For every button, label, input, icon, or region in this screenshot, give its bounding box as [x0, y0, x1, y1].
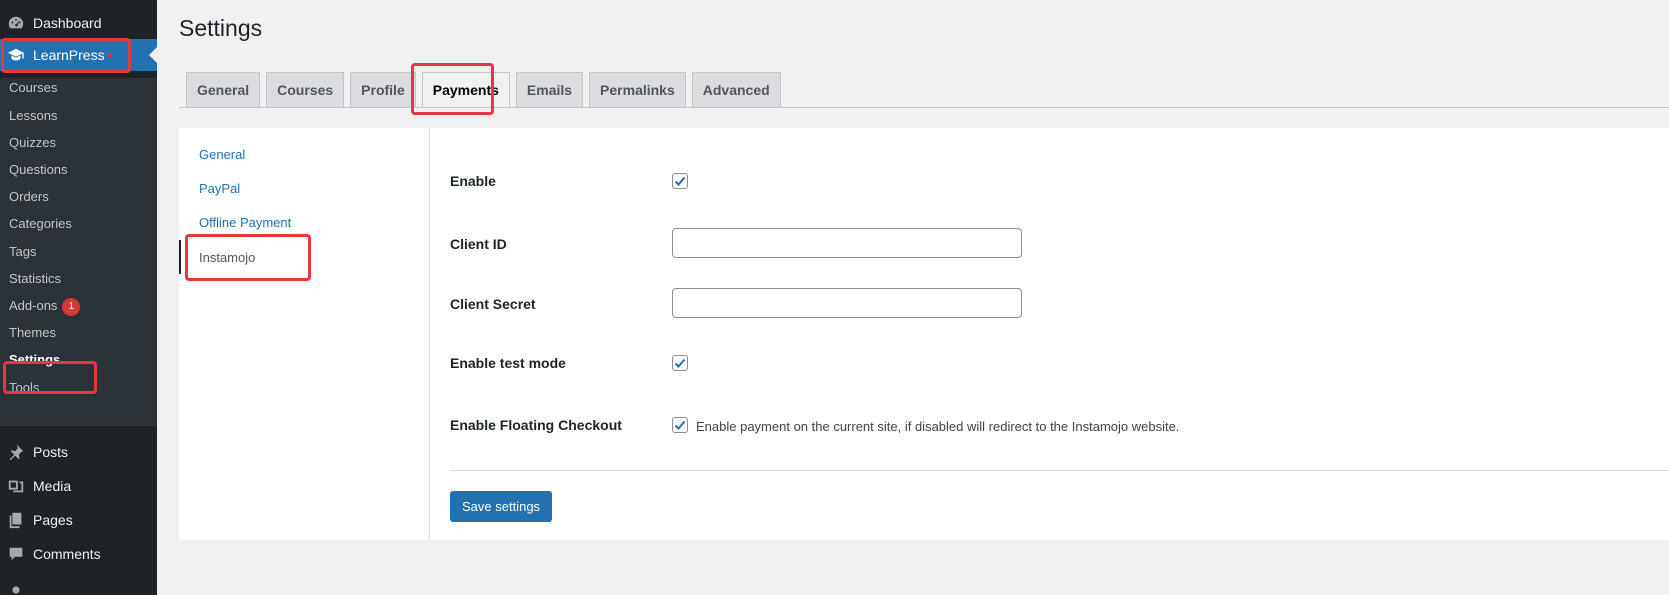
- menu-posts-label: Posts: [33, 444, 69, 460]
- submenu-item-addons[interactable]: Add-ons 1: [9, 296, 81, 316]
- settings-panel: General PayPal Offline Payment Instamojo…: [179, 128, 1669, 540]
- tab-payments[interactable]: Payments: [421, 72, 510, 107]
- menu-learnpress[interactable]: LearnPress: [0, 39, 157, 71]
- save-settings-button[interactable]: Save settings: [450, 491, 553, 522]
- current-section-marker: [179, 240, 181, 274]
- enable-label: Enable: [450, 173, 496, 189]
- payment-subnav: General PayPal Offline Payment Instamojo: [179, 128, 430, 540]
- menu-comments-label: Comments: [33, 546, 101, 562]
- client-id-label: Client ID: [450, 236, 507, 252]
- floating-checkout-description: Enable payment on the current site, if d…: [696, 419, 1180, 434]
- tab-general[interactable]: General: [186, 72, 261, 107]
- tab-divider: [179, 107, 1669, 108]
- subnav-item-offline-payment[interactable]: Offline Payment: [199, 214, 291, 232]
- test-mode-checkbox[interactable]: [672, 355, 688, 371]
- admin-sidebar: Dashboard LearnPress Courses Lessons Qui…: [0, 0, 157, 595]
- tab-permalinks[interactable]: Permalinks: [589, 72, 686, 107]
- floating-checkout-label: Enable Floating Checkout: [450, 417, 622, 433]
- menu-media[interactable]: Media: [0, 470, 157, 502]
- tab-courses[interactable]: Courses: [266, 72, 345, 107]
- update-count-badge: 1: [62, 297, 81, 316]
- submenu-item-statistics[interactable]: Statistics: [9, 269, 61, 289]
- subnav-item-general[interactable]: General: [199, 146, 245, 164]
- checkmark-icon: [674, 358, 686, 368]
- test-mode-label: Enable test mode: [450, 355, 566, 371]
- submenu-item-courses[interactable]: Courses: [9, 78, 57, 98]
- tab-advanced[interactable]: Advanced: [691, 72, 781, 107]
- floating-checkout-checkbox[interactable]: [672, 417, 688, 433]
- submenu-item-settings[interactable]: Settings: [9, 350, 60, 370]
- tab-profile[interactable]: Profile: [350, 72, 416, 107]
- learnpress-submenu: Courses Lessons Quizzes Questions Orders…: [0, 78, 157, 426]
- submenu-item-orders[interactable]: Orders: [9, 187, 49, 207]
- submenu-item-categories[interactable]: Categories: [9, 214, 72, 234]
- menu-dashboard[interactable]: Dashboard: [0, 7, 157, 39]
- submenu-item-tags[interactable]: Tags: [9, 242, 36, 262]
- menu-comments[interactable]: Comments: [0, 538, 157, 570]
- subnav-item-paypal[interactable]: PayPal: [199, 180, 240, 198]
- submenu-item-addons-label: Add-ons: [9, 298, 58, 313]
- menu-next-item[interactable]: [0, 574, 157, 595]
- menu-learnpress-label: LearnPress: [33, 47, 105, 63]
- enable-checkbox[interactable]: [672, 173, 688, 189]
- submenu-item-questions[interactable]: Questions: [9, 160, 68, 180]
- menu-posts[interactable]: Posts: [0, 436, 157, 468]
- dashboard-icon: [6, 13, 26, 33]
- client-id-input[interactable]: [672, 228, 1022, 258]
- submenu-item-tools[interactable]: Tools: [9, 378, 39, 398]
- submenu-item-quizzes[interactable]: Quizzes: [9, 133, 56, 153]
- form-separator: [450, 470, 1669, 471]
- page-title: Settings: [179, 15, 263, 41]
- settings-tabs: General Courses Profile Payments Emails …: [186, 72, 787, 108]
- subnav-item-instamojo[interactable]: Instamojo: [199, 249, 255, 267]
- graduation-cap-icon: [6, 45, 26, 65]
- notification-dot: [107, 53, 112, 57]
- submenu-item-lessons[interactable]: Lessons: [9, 106, 57, 126]
- comment-icon: [6, 544, 26, 564]
- checkmark-icon: [674, 420, 686, 430]
- tab-emails[interactable]: Emails: [515, 72, 584, 107]
- media-icon: [6, 476, 26, 496]
- current-menu-arrow: [149, 47, 157, 63]
- pages-icon: [6, 510, 26, 530]
- menu-pages[interactable]: Pages: [0, 504, 157, 536]
- submenu-item-themes[interactable]: Themes: [9, 323, 56, 343]
- client-secret-input[interactable]: [672, 288, 1022, 318]
- appearance-icon: [6, 580, 26, 595]
- menu-pages-label: Pages: [33, 512, 73, 528]
- menu-dashboard-label: Dashboard: [33, 15, 102, 31]
- client-secret-label: Client Secret: [450, 296, 536, 312]
- pushpin-icon: [6, 442, 26, 462]
- menu-media-label: Media: [33, 478, 72, 494]
- checkmark-icon: [674, 176, 686, 186]
